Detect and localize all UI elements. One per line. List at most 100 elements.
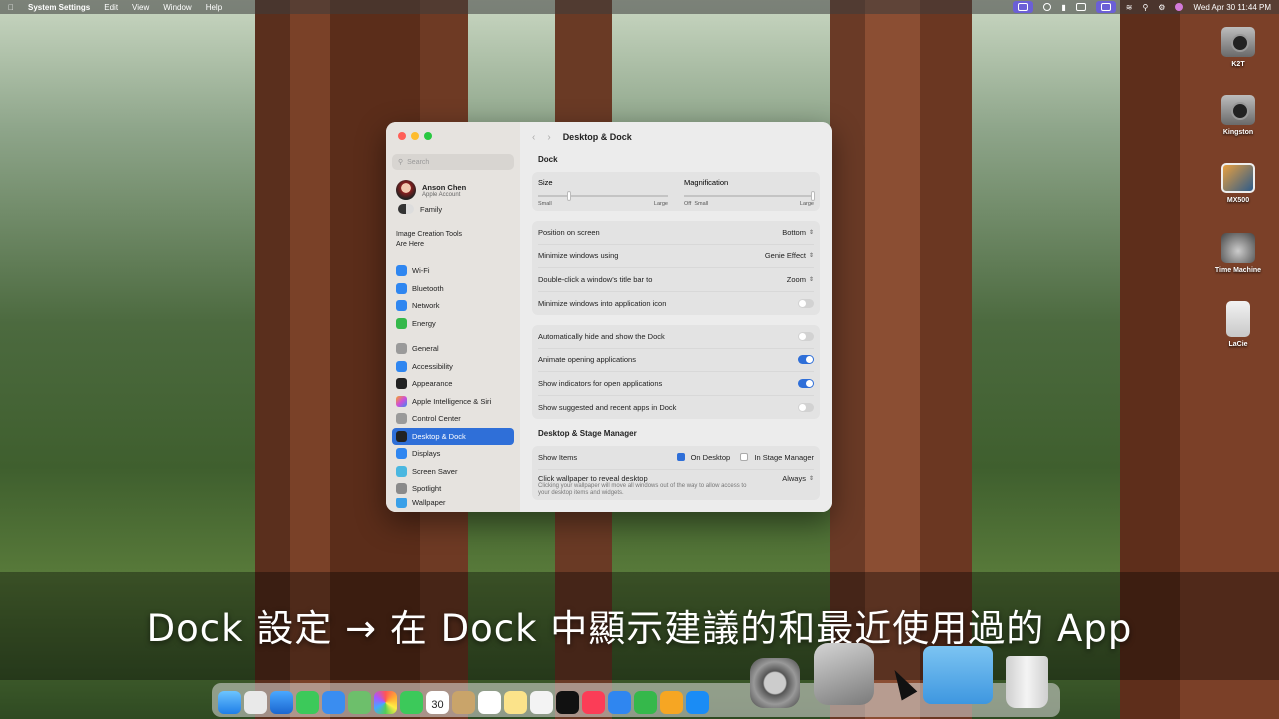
section-title-stage: Desktop & Stage Manager <box>538 429 637 438</box>
contacts-icon[interactable] <box>452 691 475 714</box>
video-caption: Dock 設定 → 在 Dock 中顯示建議的和最近使用過的 App <box>146 607 1133 650</box>
launchpad-icon[interactable] <box>244 691 267 714</box>
screen-share-icon[interactable] <box>1013 1 1034 13</box>
row-label: Position on screen <box>538 227 600 237</box>
sidebar-item-control-center[interactable]: Control Center <box>392 410 514 428</box>
display-icon[interactable] <box>1075 3 1086 11</box>
finder-icon[interactable] <box>218 691 241 714</box>
reminders-icon[interactable] <box>478 691 501 714</box>
sidebar-item-accessibility[interactable]: Accessibility <box>392 358 514 376</box>
indicators-toggle[interactable] <box>798 378 814 388</box>
back-icon[interactable]: ‹ <box>532 132 535 143</box>
sidebar-item-apple-intelligence[interactable]: Apple Intelligence & Siri <box>392 393 514 411</box>
page-title: Desktop & Dock <box>562 132 632 142</box>
in-stage-manager-checkbox[interactable] <box>740 453 749 462</box>
desktop-volume-kingston[interactable]: Kingston <box>1208 95 1268 136</box>
desktop-volume-mx500[interactable]: MX500 <box>1208 163 1268 204</box>
siri-icon[interactable] <box>1175 3 1184 11</box>
app-store-icon[interactable] <box>686 691 709 714</box>
minimize-into-icon-toggle[interactable] <box>798 298 814 308</box>
animate-toggle[interactable] <box>798 355 814 365</box>
mail-icon[interactable] <box>322 691 345 714</box>
double-click-select[interactable]: Zoom ⇕ <box>787 275 814 284</box>
zoom-button[interactable] <box>424 132 432 140</box>
menu-help[interactable]: Help <box>206 3 222 12</box>
menu-view[interactable]: View <box>132 3 149 12</box>
record-icon[interactable] <box>1043 3 1052 11</box>
checkbox-label: On Desktop <box>690 452 731 462</box>
sidebar-search[interactable]: ⚲ Search <box>392 154 514 170</box>
search-placeholder: Search <box>407 158 430 166</box>
pages-icon[interactable] <box>660 691 683 714</box>
messages-icon[interactable] <box>296 691 319 714</box>
search-icon[interactable]: ⚲ <box>1142 3 1148 12</box>
minimize-button[interactable] <box>411 132 419 140</box>
close-button[interactable] <box>398 132 406 140</box>
sidebar-item-screen-saver[interactable]: Screen Saver <box>392 463 514 481</box>
size-slider-knob[interactable] <box>566 191 571 201</box>
accessibility-icon <box>396 360 407 372</box>
size-slider[interactable] <box>538 191 668 201</box>
desktop-volume-k2t[interactable]: K2T <box>1208 27 1268 68</box>
camera-icon <box>1221 95 1255 125</box>
sidebar-item-bluetooth[interactable]: Bluetooth <box>392 280 514 298</box>
apple-menu-icon[interactable]:  <box>8 3 14 12</box>
promo-banner[interactable]: Image Creation Tools Are Here <box>396 230 514 250</box>
keynote-icon[interactable] <box>608 691 631 714</box>
sidebar-item-wifi[interactable]: Wi-Fi <box>392 262 514 280</box>
sidebar-item-family[interactable]: Family <box>398 204 514 214</box>
wifi-icon[interactable]: ≋ <box>1126 3 1133 12</box>
forward-icon[interactable]: › <box>547 132 550 143</box>
autohide-toggle[interactable] <box>798 331 814 341</box>
sidebar-item-wallpaper[interactable]: Wallpaper <box>392 497 514 508</box>
wifi-icon <box>396 265 407 277</box>
section-title-dock: Dock <box>538 155 558 164</box>
desktop-volume-time-machine[interactable]: Time Machine <box>1208 233 1268 274</box>
click-wallpaper-row: Click wallpaper to reveal desktop Clicki… <box>538 470 814 500</box>
suggested-apps-toggle[interactable] <box>798 402 814 412</box>
sidebar-item-label: General <box>412 344 439 354</box>
facetime-icon[interactable] <box>400 691 423 714</box>
trash-icon[interactable] <box>1006 656 1048 708</box>
battery-status-icon[interactable]: ▮ <box>1061 3 1065 12</box>
position-select[interactable]: Bottom ⇕ <box>782 228 814 237</box>
mag-min-label: Small <box>694 201 709 207</box>
sidebar-item-network[interactable]: Network <box>392 297 514 315</box>
control-center-icon[interactable]: ⚙ <box>1158 3 1165 12</box>
downloads-folder-icon[interactable] <box>923 646 993 704</box>
menu-clock[interactable]: Wed Apr 30 11:44 PM <box>1193 3 1271 12</box>
calendar-icon[interactable]: 30 <box>426 691 449 714</box>
music-icon[interactable] <box>582 691 605 714</box>
magnification-slider-knob[interactable] <box>811 191 816 201</box>
notes-icon[interactable] <box>504 691 527 714</box>
iphone-mirroring-icon[interactable] <box>814 643 874 705</box>
row-label: Minimize windows into application icon <box>538 298 667 308</box>
apple-account-item[interactable]: Anson Chen Apple Account <box>396 180 514 200</box>
app-menu[interactable]: System Settings <box>28 3 90 12</box>
numbers-icon[interactable] <box>634 691 657 714</box>
freeform-icon[interactable] <box>530 691 553 714</box>
sidebar-item-desktop-dock[interactable]: Desktop & Dock <box>392 427 514 445</box>
sidebar-item-spotlight[interactable]: Spotlight <box>392 480 514 498</box>
sidebar-item-appearance[interactable]: Appearance <box>392 375 514 393</box>
appearance-icon <box>396 378 407 390</box>
row-label: Show suggested and recent apps in Dock <box>538 402 677 412</box>
row-label: Minimize windows using <box>538 251 619 261</box>
safari-icon[interactable] <box>270 691 293 714</box>
magnification-slider[interactable] <box>684 191 816 201</box>
desktop-volume-lacie[interactable]: LaCie <box>1208 301 1268 348</box>
promo-line: Are Here <box>396 241 425 248</box>
sidebar-item-energy[interactable]: Energy <box>392 315 514 333</box>
stage-manager-icon[interactable] <box>1095 1 1116 13</box>
sidebar-item-displays[interactable]: Displays <box>392 445 514 463</box>
apple-tv-icon[interactable] <box>556 691 579 714</box>
sidebar-item-general[interactable]: General <box>392 340 514 358</box>
photos-icon[interactable] <box>374 691 397 714</box>
menu-edit[interactable]: Edit <box>104 3 118 12</box>
maps-icon[interactable] <box>348 691 371 714</box>
menu-window[interactable]: Window <box>163 3 191 12</box>
minimize-effect-select[interactable]: Genie Effect ⇕ <box>765 251 814 260</box>
click-wallpaper-select[interactable]: Always ⇕ <box>782 474 814 483</box>
on-desktop-checkbox[interactable] <box>676 453 685 462</box>
system-settings-dock-icon[interactable] <box>750 658 800 708</box>
